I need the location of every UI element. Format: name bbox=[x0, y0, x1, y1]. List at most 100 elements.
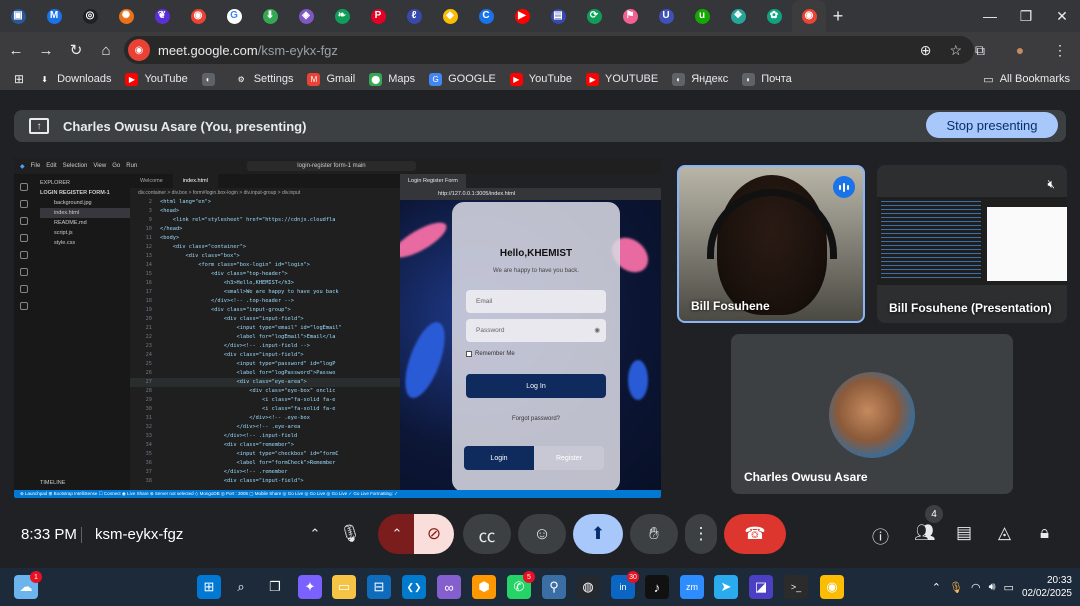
camera-off-button[interactable]: ⊘ bbox=[414, 514, 454, 554]
code-line[interactable]: 23 </div><!-- .input-field --> bbox=[130, 342, 400, 351]
code-line[interactable]: 35 <input type="checkbox" id="formC bbox=[130, 450, 400, 459]
browser-tab[interactable]: ⚑ bbox=[612, 0, 648, 32]
copilot-icon[interactable]: ✦ bbox=[298, 575, 322, 599]
captions-button[interactable]: ㏄ bbox=[463, 514, 511, 554]
explorer-file[interactable]: background.jpg bbox=[40, 198, 130, 208]
code-line[interactable]: 33 </div><!-- .input-field bbox=[130, 432, 400, 441]
extensions-icon[interactable]: ⧉ bbox=[960, 42, 1000, 59]
vscode-menu-item[interactable]: Run bbox=[126, 163, 137, 169]
microphone-icon[interactable]: 🎙︎ bbox=[949, 581, 963, 594]
browser-tab[interactable]: ❖ bbox=[720, 0, 756, 32]
browser-tab[interactable]: ❧ bbox=[324, 0, 360, 32]
browser-tab[interactable]: ▤ bbox=[540, 0, 576, 32]
password-field[interactable]: Password ◉ bbox=[466, 319, 606, 342]
code-line[interactable]: 25 <input type="password" id="logP bbox=[130, 360, 400, 369]
camera-options-button[interactable]: ⌃ bbox=[378, 514, 416, 554]
code-line[interactable]: 9 <link rel="stylesheet" href="https://c… bbox=[130, 216, 400, 225]
browser-tab[interactable]: ⟳ bbox=[576, 0, 612, 32]
code-line[interactable]: 30 <i class="fa-solid fa-e bbox=[130, 405, 400, 414]
extensions-icon[interactable] bbox=[20, 251, 28, 259]
chevron-up-icon[interactable]: ⌃ bbox=[301, 514, 329, 554]
vscode-icon[interactable]: ❮❯ bbox=[402, 575, 426, 599]
editor-breadcrumb[interactable]: div.container > div.box > form#login.box… bbox=[130, 188, 400, 198]
windows-start-icon[interactable]: ⊞ bbox=[197, 575, 221, 599]
bookmark-item[interactable]: M Gmail bbox=[307, 72, 355, 86]
browser-tab[interactable]: ❦ bbox=[144, 0, 180, 32]
browser-tab[interactable]: ℓ bbox=[396, 0, 432, 32]
code-line[interactable]: 10 </head> bbox=[130, 225, 400, 234]
browser-tab[interactable]: ◈ bbox=[288, 0, 324, 32]
volume-icon[interactable]: 🔊︎ bbox=[989, 581, 996, 594]
profile-avatar[interactable]: ● bbox=[1000, 42, 1040, 58]
code-line[interactable]: 2 <html lang="en"> bbox=[130, 198, 400, 207]
meeting-info-icon[interactable]: ⓘ bbox=[872, 523, 889, 548]
editor-tab-welcome[interactable]: Welcome bbox=[130, 174, 173, 188]
participant-tile-bill[interactable]: Bill Fosuhene bbox=[677, 165, 865, 323]
bookmark-item[interactable]: ◐ Почта bbox=[742, 72, 792, 86]
home-icon[interactable]: ⌂ bbox=[92, 36, 120, 64]
code-line[interactable]: 13 <div class="box"> bbox=[130, 252, 400, 261]
preview-tab[interactable]: Login Register Form bbox=[400, 174, 466, 188]
browser-tab[interactable]: C bbox=[468, 0, 504, 32]
explorer-icon[interactable] bbox=[20, 183, 28, 191]
remote-icon[interactable] bbox=[20, 285, 28, 293]
eye-icon[interactable]: ◉ bbox=[594, 319, 600, 342]
chat-icon[interactable]: ▤ bbox=[956, 523, 972, 543]
log-in-button[interactable]: Log In bbox=[466, 374, 606, 398]
stop-presenting-button[interactable]: Stop presenting bbox=[926, 112, 1058, 138]
code-line[interactable]: 16 <h3>Hello,KHEMIST</h3> bbox=[130, 279, 400, 288]
explorer-file[interactable]: README.md bbox=[40, 218, 130, 228]
browser-tab[interactable]: ▣ bbox=[0, 0, 36, 32]
menu-icon[interactable]: ⋮ bbox=[1040, 42, 1080, 59]
back-icon[interactable]: ← bbox=[2, 36, 30, 64]
bookmark-item[interactable]: ▶ YouTube bbox=[125, 72, 188, 86]
github-icon[interactable]: ◍ bbox=[576, 575, 600, 599]
close-icon[interactable]: ✕ bbox=[1044, 0, 1080, 32]
bookmark-item[interactable]: ▶ YOUTUBE bbox=[586, 72, 658, 86]
zoom-icon[interactable]: ⊕ bbox=[920, 42, 932, 59]
code-line[interactable]: 17 <small>We are happy to have you back bbox=[130, 288, 400, 297]
people-icon[interactable]: 👥︎ bbox=[914, 523, 936, 543]
code-line[interactable]: 37 </div><!-- .remember bbox=[130, 468, 400, 477]
app-icon[interactable]: ⚲ bbox=[542, 575, 566, 599]
browser-tab[interactable]: ◆ bbox=[432, 0, 468, 32]
vscode-menu-item[interactable]: File bbox=[31, 163, 41, 169]
forgot-password-link[interactable]: Forgot password? bbox=[452, 416, 620, 422]
telegram-icon[interactable]: ➤ bbox=[714, 575, 738, 599]
vscode-menu-item[interactable]: Selection bbox=[63, 163, 88, 169]
code-line[interactable]: 18 </div><!-- .top-header --> bbox=[130, 297, 400, 306]
code-line[interactable]: 36 <label for="formCheck">Remember bbox=[130, 459, 400, 468]
explorer-file[interactable]: index.html bbox=[40, 208, 130, 218]
whatsapp-icon[interactable]: ✆ 5 bbox=[507, 571, 535, 599]
bookmark-item[interactable]: ◐ Яндекс bbox=[672, 72, 728, 86]
code-line[interactable]: 12 <div class="container"> bbox=[130, 243, 400, 252]
vscode-menu-item[interactable]: Edit bbox=[46, 163, 56, 169]
clock[interactable]: 20:33 02/02/2025 bbox=[1022, 574, 1072, 600]
login-tab[interactable]: Login bbox=[464, 446, 534, 470]
browser-tab[interactable]: P bbox=[360, 0, 396, 32]
code-line[interactable]: 31 </div><!-- .eye-box bbox=[130, 414, 400, 423]
bookmark-item[interactable]: ▶ YouTube bbox=[509, 72, 572, 86]
bookmark-item[interactable]: ⬇ Downloads bbox=[38, 72, 111, 86]
linkedin-icon[interactable]: in 30 bbox=[611, 571, 639, 599]
vscode-menu-item[interactable]: Go bbox=[112, 163, 120, 169]
code-line[interactable]: 22 <label for="logEmail">Email</la bbox=[130, 333, 400, 342]
present-screen-button[interactable]: ⬆ bbox=[573, 514, 623, 554]
battery-icon[interactable]: ▭ bbox=[1004, 581, 1014, 594]
code-line[interactable]: 32 </div><!-- .eye-area bbox=[130, 423, 400, 432]
browser-tab[interactable]: ▶ bbox=[504, 0, 540, 32]
bookmark-item[interactable]: ◐ bbox=[201, 72, 221, 86]
browser-tab[interactable]: G bbox=[216, 0, 252, 32]
bookmark-item[interactable]: ⬤ Maps bbox=[369, 72, 415, 86]
more-options-button[interactable]: ⋮ bbox=[685, 514, 717, 554]
url-text[interactable]: meet.google.com/ksm-eykx-fgz bbox=[158, 43, 338, 58]
testing-icon[interactable] bbox=[20, 268, 28, 276]
search-icon[interactable]: ⌕ bbox=[229, 575, 253, 599]
host-controls-icon[interactable]: 🔒︎ bbox=[1040, 523, 1049, 543]
register-tab[interactable]: Register bbox=[534, 446, 604, 470]
browser-tab[interactable]: M bbox=[36, 0, 72, 32]
wifi-icon[interactable]: ◠ bbox=[971, 581, 981, 594]
zoom-icon[interactable]: zm bbox=[680, 575, 704, 599]
code-line[interactable]: 21 <input type="email" id="logEmail" bbox=[130, 324, 400, 333]
participant-tile-bill-presentation[interactable]: 🔇︎ Bill Fosuhene (Presentation) bbox=[877, 165, 1067, 323]
